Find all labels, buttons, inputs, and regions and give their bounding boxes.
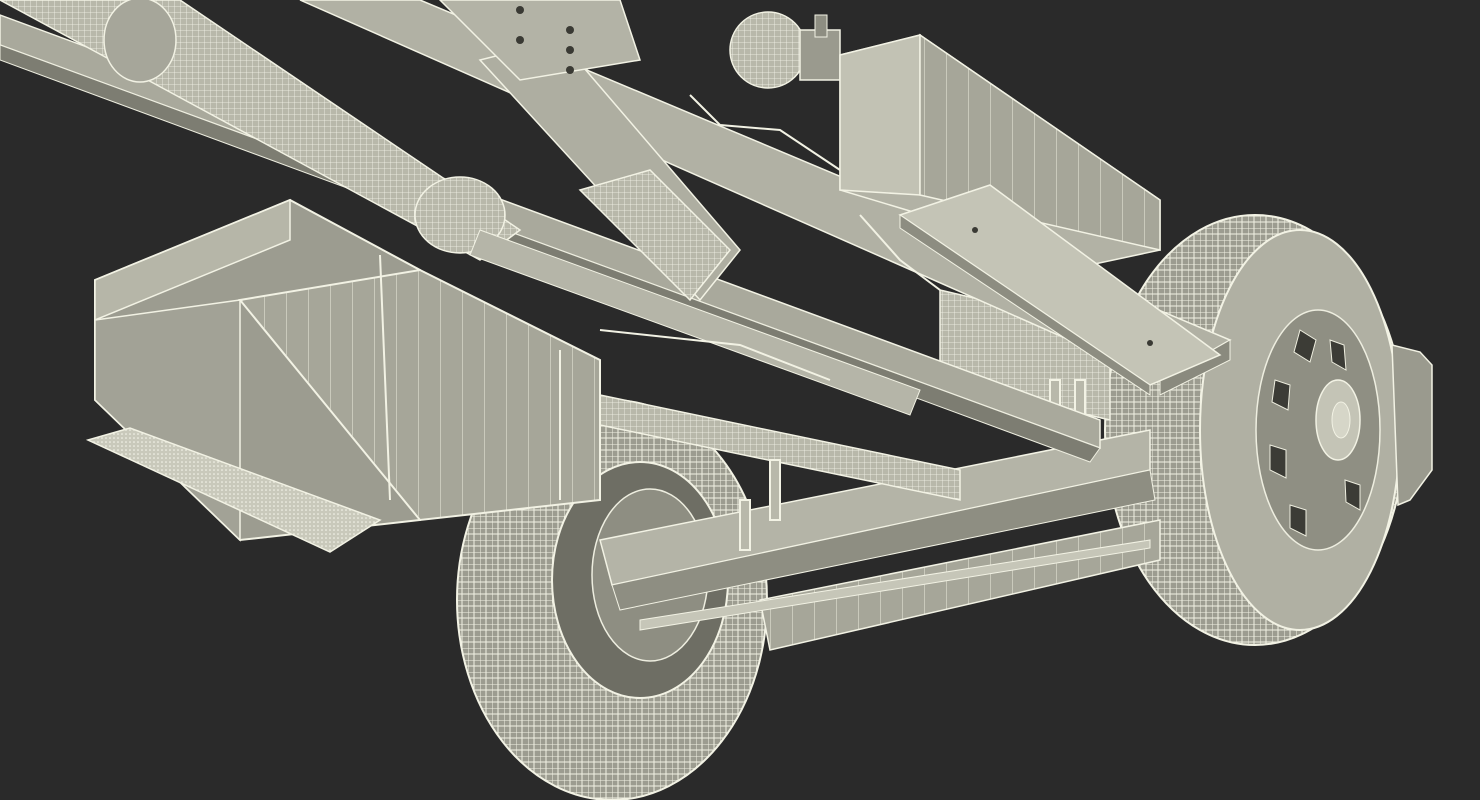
bolt [516, 6, 524, 14]
air-reservoir [729, 11, 841, 89]
render-viewport [0, 0, 1480, 800]
bolt [566, 46, 574, 54]
bolt [566, 26, 574, 34]
bolt [516, 36, 524, 44]
bolt [566, 66, 574, 74]
chassis-render [0, 0, 1480, 800]
